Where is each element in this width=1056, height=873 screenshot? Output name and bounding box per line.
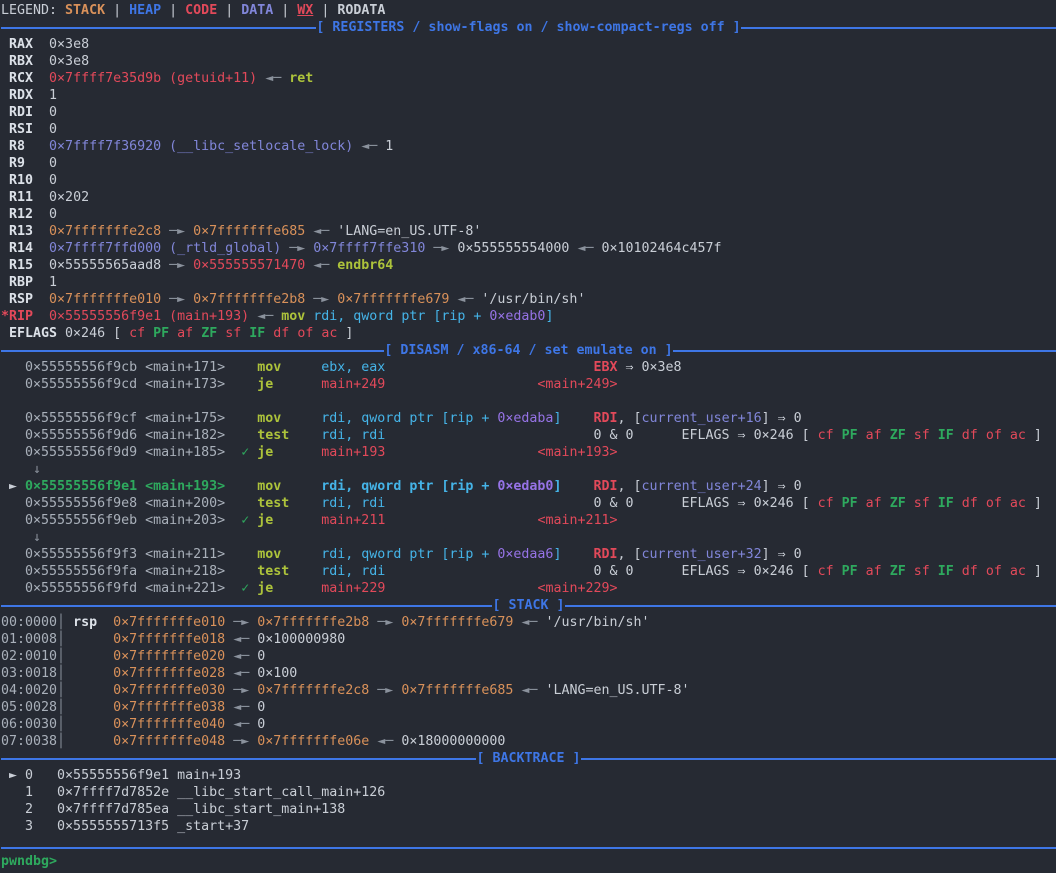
section-divider-line	[741, 27, 1056, 29]
register-row-rbp: RBP 1	[1, 274, 1056, 291]
divider-line	[1, 847, 1056, 849]
register-row-rsi: RSI 0	[1, 121, 1056, 138]
disasm-row: 0×55555556f9cb <main+171> mov ebx, eax E…	[1, 359, 1056, 376]
stack-row: 04:0020│ 0×7fffffffe030 ─► 0×7fffffffe2c…	[1, 682, 1056, 699]
backtrace-frame: 1 0×7ffff7d7852e __libc_start_call_main+…	[1, 784, 1056, 801]
section-divider-line	[581, 758, 1056, 760]
disasm-section-header: [ DISASM / x86-64 / set emulate on ]	[1, 342, 1056, 359]
register-row-r10: R10 0	[1, 172, 1056, 189]
stack-row: 07:0038│ 0×7fffffffe048 ─► 0×7fffffffe06…	[1, 733, 1056, 750]
register-row-rax: RAX 0×3e8	[1, 36, 1056, 53]
backtrace-frame-current: ► 0 0×55555556f9e1 main+193	[1, 767, 1056, 784]
backtrace-bottom-gap	[1, 835, 1056, 843]
disasm-row: 0×55555556f9cd <main+173> je main+249 <m…	[1, 376, 1056, 393]
register-row-r9: R9 0	[1, 155, 1056, 172]
section-title: [ BACKTRACE ]	[476, 750, 580, 767]
disasm-row-current: ► 0×55555556f9e1 <main+193> mov rdi, qwo…	[1, 478, 1056, 495]
section-divider-line	[1, 605, 492, 607]
register-row-rdx: RDX 1	[1, 87, 1056, 104]
legend-bar: LEGEND: STACK | HEAP | CODE | DATA | WX …	[1, 2, 1056, 19]
disasm-flow-arrow: ↓	[1, 461, 1056, 478]
section-title: [ STACK ]	[492, 597, 564, 614]
disasm-row: 0×55555556f9eb <main+203> ✓ je main+211 …	[1, 512, 1056, 529]
stack-row: 02:0010│ 0×7fffffffe020 ◄─ 0	[1, 648, 1056, 665]
disasm-flow-arrow: ↓	[1, 529, 1056, 546]
register-row-rbx: RBX 0×3e8	[1, 53, 1056, 70]
register-row-r12: R12 0	[1, 206, 1056, 223]
section-divider-line	[565, 605, 1056, 607]
register-row-eflags: EFLAGS 0×246 [ cf PF af ZF sf IF df of a…	[1, 325, 1056, 342]
stack-row: 00:0000│ rsp 0×7fffffffe010 ─► 0×7ffffff…	[1, 614, 1056, 631]
disasm-row: 0×55555556f9d9 <main+185> ✓ je main+193 …	[1, 444, 1056, 461]
register-row-r8: R8 0×7ffff7f36920 (__libc_setlocale_lock…	[1, 138, 1056, 155]
section-title: [ REGISTERS / show-flags on / show-compa…	[316, 19, 740, 36]
disasm-row: 0×55555556f9d6 <main+182> test rdi, rdi …	[1, 427, 1056, 444]
disasm-row: 0×55555556f9fd <main+221> ✓ je main+229 …	[1, 580, 1056, 597]
section-divider-line	[1, 758, 476, 760]
section-divider-line	[1, 350, 384, 352]
backtrace-frame: 3 0×5555555713f5 _start+37	[1, 818, 1056, 835]
disasm-row: 0×55555556f9cf <main+175> mov rdi, qword…	[1, 410, 1056, 427]
stack-row: 01:0008│ 0×7fffffffe018 ◄─ 0×100000980	[1, 631, 1056, 648]
disasm-row: 0×55555556f9fa <main+218> test rdi, rdi …	[1, 563, 1056, 580]
section-divider-line	[1, 27, 316, 29]
register-row-rcx: RCX 0×7ffff7e35d9b (getuid+11) ◄─ ret	[1, 70, 1056, 87]
disasm-row: 0×55555556f9f3 <main+211> mov rdi, qword…	[1, 546, 1056, 563]
backtrace-section-header: [ BACKTRACE ]	[1, 750, 1056, 767]
disasm-gap	[1, 393, 1056, 410]
section-title: [ DISASM / x86-64 / set emulate on ]	[384, 342, 672, 359]
stack-row: 03:0018│ 0×7fffffffe028 ◄─ 0×100	[1, 665, 1056, 682]
section-divider-line	[673, 350, 1056, 352]
context-bottom-rule	[1, 843, 1056, 853]
stack-row: 05:0028│ 0×7fffffffe038 ◄─ 0	[1, 699, 1056, 716]
register-row-r11: R11 0×202	[1, 189, 1056, 206]
registers-section-header: [ REGISTERS / show-flags on / show-compa…	[1, 19, 1056, 36]
command-prompt[interactable]: pwndbg>	[1, 853, 1056, 870]
pwndbg-terminal: LEGEND: STACK | HEAP | CODE | DATA | WX …	[0, 0, 1056, 870]
register-row-rip: *RIP 0×55555556f9e1 (main+193) ◄─ mov rd…	[1, 308, 1056, 325]
register-row-rdi: RDI 0	[1, 104, 1056, 121]
register-row-r13: R13 0×7fffffffe2c8 ─► 0×7fffffffe685 ◄─ …	[1, 223, 1056, 240]
disasm-row: 0×55555556f9e8 <main+200> test rdi, rdi …	[1, 495, 1056, 512]
backtrace-frame: 2 0×7ffff7d785ea __libc_start_main+138	[1, 801, 1056, 818]
register-row-rsp: RSP 0×7fffffffe010 ─► 0×7fffffffe2b8 ─► …	[1, 291, 1056, 308]
stack-row: 06:0030│ 0×7fffffffe040 ◄─ 0	[1, 716, 1056, 733]
register-row-r15: R15 0×55555565aad8 ─► 0×555555571470 ◄─ …	[1, 257, 1056, 274]
register-row-r14: R14 0×7ffff7ffd000 (_rtld_global) ─► 0×7…	[1, 240, 1056, 257]
stack-section-header: [ STACK ]	[1, 597, 1056, 614]
